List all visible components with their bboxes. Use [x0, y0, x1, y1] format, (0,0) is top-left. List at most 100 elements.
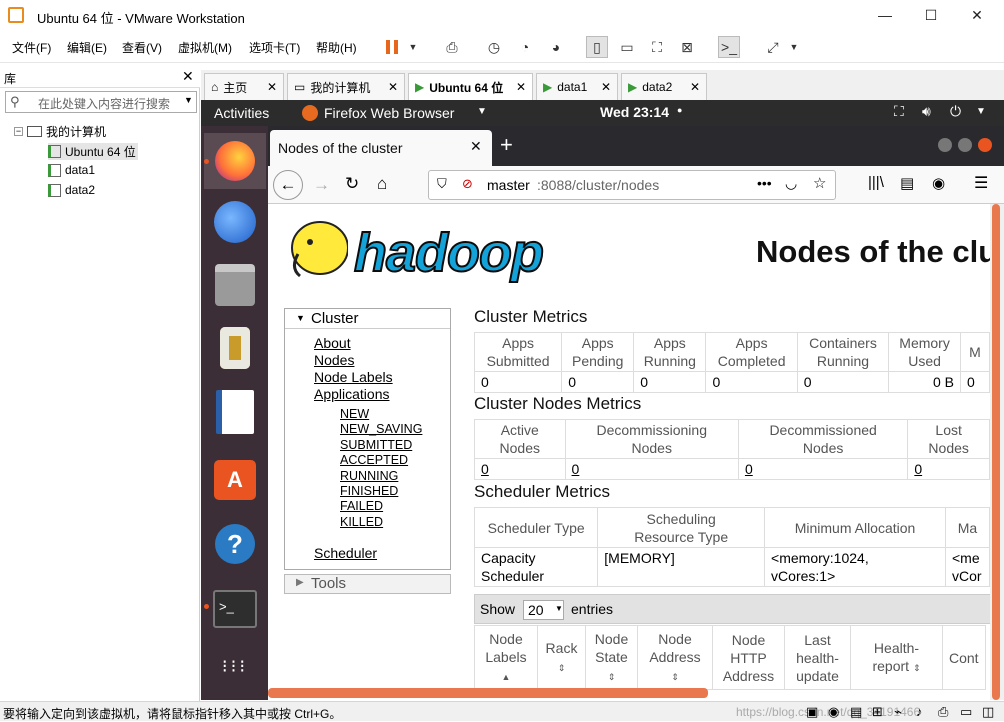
header-node-labels[interactable]: Node Labels ▲: [474, 625, 538, 690]
device-cdrom-icon[interactable]: ◉: [828, 704, 839, 720]
minimize-icon[interactable]: —: [862, 0, 908, 30]
nav-app-running[interactable]: RUNNING: [340, 469, 398, 483]
cluster-nav-header[interactable]: ▼ Cluster: [285, 309, 450, 329]
dock-terminal[interactable]: >_: [213, 587, 257, 631]
tab-data1[interactable]: ▶ data1 ✕: [536, 73, 618, 100]
console-view-icon[interactable]: >_: [718, 36, 740, 58]
close-icon[interactable]: ✕: [516, 80, 526, 94]
header-node-state[interactable]: Node State ⇕: [585, 625, 638, 690]
stretch-view-icon[interactable]: ⤢: [762, 36, 784, 58]
firefox-tab-active[interactable]: Nodes of the cluster ✕: [270, 130, 492, 166]
pause-icon[interactable]: [381, 36, 403, 58]
header-node-address[interactable]: Node Address ⇕: [637, 625, 713, 690]
header-node-http-address[interactable]: Node HTTP Address: [712, 625, 785, 690]
close-icon[interactable]: ✕: [954, 0, 1000, 30]
dock-help[interactable]: ?: [213, 522, 257, 566]
nav-app-submitted[interactable]: SUBMITTED: [340, 438, 412, 452]
header-rack[interactable]: Rack ⇕: [537, 625, 586, 690]
menu-tabs[interactable]: 选项卡(T): [249, 39, 300, 56]
close-library-icon[interactable]: ✕: [182, 68, 194, 85]
revert-snapshot-icon[interactable]: ◔: [514, 36, 536, 58]
device-usb-icon[interactable]: ⌁: [894, 704, 902, 720]
close-icon[interactable]: ✕: [388, 80, 398, 94]
close-icon[interactable]: ✕: [690, 80, 700, 94]
message-log-icon[interactable]: ◫: [982, 704, 994, 720]
forward-icon[interactable]: →: [313, 175, 330, 195]
dock-firefox[interactable]: [204, 133, 266, 189]
collapse-icon[interactable]: −: [14, 127, 23, 136]
entries-select[interactable]: 20 ▼: [523, 600, 564, 620]
back-icon[interactable]: ←: [273, 170, 303, 200]
link-active-nodes[interactable]: 0: [481, 461, 489, 477]
tree-node-data2[interactable]: data2: [48, 183, 95, 197]
link-decommissioned-nodes[interactable]: 0: [745, 461, 753, 477]
thumbnail-bar-icon[interactable]: ▭: [616, 36, 638, 58]
header-health-report[interactable]: Health-report ⇕: [850, 625, 943, 690]
menu-edit[interactable]: 编辑(E): [67, 39, 107, 56]
account-icon[interactable]: ◉: [932, 174, 945, 192]
minimize-icon[interactable]: [938, 138, 952, 152]
link-lost-nodes[interactable]: 0: [914, 461, 922, 477]
clock[interactable]: Wed 23:14: [600, 104, 669, 120]
header-last-health-update[interactable]: Last health-update: [784, 625, 851, 690]
nav-app-killed[interactable]: KILLED: [340, 515, 383, 529]
nav-about[interactable]: About: [314, 335, 351, 351]
tab-ubuntu[interactable]: ▶ Ubuntu 64 位 ✕: [408, 73, 533, 100]
tab-my-computer[interactable]: ▭ 我的计算机 ✕: [287, 73, 405, 100]
unity-icon[interactable]: ⊠: [676, 36, 698, 58]
dock-thunderbird[interactable]: [213, 200, 257, 244]
menu-view[interactable]: 查看(V): [122, 39, 162, 56]
horizontal-scroll-thumb[interactable]: [268, 688, 708, 698]
close-tab-icon[interactable]: ✕: [470, 138, 482, 155]
close-icon[interactable]: [978, 138, 992, 152]
nav-app-finished[interactable]: FINISHED: [340, 484, 398, 498]
nav-node-labels[interactable]: Node Labels: [314, 369, 393, 385]
header-containers[interactable]: Cont: [942, 625, 986, 690]
maximize-icon[interactable]: [958, 138, 972, 152]
library-icon[interactable]: |||\: [868, 174, 884, 191]
reload-icon[interactable]: ↻: [345, 174, 359, 194]
nav-nodes[interactable]: Nodes: [314, 352, 354, 368]
device-harddisk-icon[interactable]: ▣: [806, 704, 818, 720]
send-ctrl-alt-del-icon[interactable]: ⎙: [441, 36, 463, 58]
nav-app-accepted[interactable]: ACCEPTED: [340, 453, 408, 467]
tab-data2[interactable]: ▶ data2 ✕: [621, 73, 707, 100]
device-sound-icon[interactable]: ♪: [916, 704, 923, 719]
app-menu[interactable]: Firefox Web Browser: [324, 105, 454, 121]
tools-nav-header[interactable]: ▶ Tools: [284, 574, 451, 594]
menu-file[interactable]: 文件(F): [12, 39, 51, 56]
chevron-down-icon[interactable]: ▼: [184, 95, 193, 105]
vertical-scroll-thumb[interactable]: [992, 204, 1000, 700]
bookmark-star-icon[interactable]: ☆: [813, 174, 826, 192]
url-bar[interactable]: ⛉ ⊘ master :8088/cluster/nodes ••• ◡ ☆: [428, 170, 836, 200]
dock-software[interactable]: A: [213, 458, 257, 502]
chevron-down-icon[interactable]: ▼: [402, 36, 424, 58]
library-search-input[interactable]: ⚲ 在此处键入内容进行搜索 ▼: [5, 91, 197, 113]
show-library-icon[interactable]: ▯: [586, 36, 608, 58]
device-floppy-icon[interactable]: ▤: [850, 704, 862, 720]
link-decommissioning-nodes[interactable]: 0: [572, 461, 580, 477]
dock-rhythmbox[interactable]: [213, 326, 257, 370]
chevron-down-icon[interactable]: ▼: [976, 106, 986, 117]
full-screen-icon[interactable]: ⛶: [646, 36, 668, 58]
menu-icon[interactable]: ☰: [974, 173, 988, 193]
chevron-down-icon[interactable]: ▼: [783, 36, 805, 58]
device-network-icon[interactable]: ⊞: [872, 704, 883, 720]
snapshot-icon[interactable]: ◷: [483, 36, 505, 58]
new-tab-icon[interactable]: +: [500, 132, 513, 158]
close-icon[interactable]: ✕: [267, 80, 277, 94]
activities-button[interactable]: Activities: [214, 105, 269, 121]
dock-writer[interactable]: [213, 390, 257, 434]
vertical-scrollbar[interactable]: [990, 204, 1004, 700]
menu-help[interactable]: 帮助(H): [316, 39, 357, 56]
pocket-icon[interactable]: ◡: [785, 175, 797, 192]
home-icon[interactable]: ⌂: [377, 174, 387, 194]
page-actions-icon[interactable]: •••: [757, 175, 772, 191]
nav-app-failed[interactable]: FAILED: [340, 499, 383, 513]
snapshot-manager-icon[interactable]: ◕: [545, 36, 567, 58]
menu-vm[interactable]: 虚拟机(M): [178, 39, 232, 56]
close-icon[interactable]: ✕: [601, 80, 611, 94]
nav-applications[interactable]: Applications: [314, 386, 390, 402]
tab-home[interactable]: ⌂ 主页 ✕: [204, 73, 284, 100]
nav-scheduler[interactable]: Scheduler: [314, 545, 377, 561]
